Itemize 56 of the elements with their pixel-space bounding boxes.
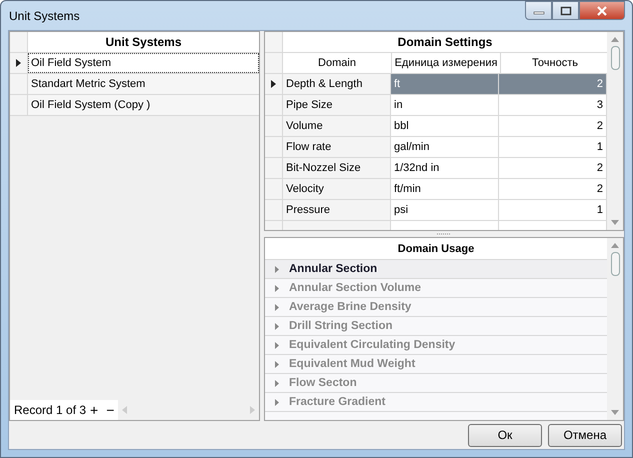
horizontal-scrollbar[interactable] — [118, 400, 259, 420]
expand-icon — [275, 360, 279, 368]
splitter-grip-icon[interactable] — [436, 232, 452, 236]
close-icon — [596, 6, 608, 16]
expand-icon — [275, 266, 279, 272]
scroll-down-icon — [611, 220, 619, 225]
vertical-scrollbar[interactable] — [607, 32, 623, 230]
expand-icon — [275, 304, 279, 310]
maximize-button[interactable] — [552, 1, 579, 20]
vertical-scrollbar[interactable] — [607, 238, 623, 420]
precision-cell[interactable]: 2 — [499, 74, 607, 94]
scroll-right-icon — [250, 406, 255, 414]
domain-cell: Bit-Nozzel Size — [283, 158, 391, 178]
dialog-button[interactable]: Отмена — [548, 424, 622, 446]
record-counter: Record 1 of 3 — [13, 403, 86, 417]
scroll-left-icon — [122, 406, 128, 414]
domain-cell: Pressure — [283, 200, 391, 220]
expand-icon — [275, 398, 279, 406]
column-header: Domain — [283, 53, 392, 73]
scroll-up-icon — [611, 243, 619, 248]
add-record-button[interactable]: + — [86, 403, 102, 417]
expand-icon — [275, 380, 279, 386]
domain-cell: Flow rate — [283, 137, 391, 157]
close-button[interactable] — [579, 1, 625, 20]
dialog-button[interactable]: Ок — [468, 424, 542, 446]
row-indicator-icon — [271, 80, 276, 88]
unit-system-row[interactable]: Oil Field System — [28, 53, 259, 73]
unit-cell[interactable]: in — [391, 95, 499, 115]
unit-cell[interactable]: psi — [391, 200, 499, 220]
expand-icon — [275, 322, 279, 330]
row-indicator-icon — [16, 59, 21, 67]
column-header: Unit Systems — [104, 34, 183, 51]
maximize-icon — [560, 6, 572, 16]
unit-system-row[interactable]: Oil Field System (Copy ) — [28, 95, 259, 115]
unit-cell[interactable]: ft/min — [391, 179, 499, 199]
remove-record-button[interactable]: − — [102, 403, 118, 417]
band-header: Domain Settings — [396, 34, 494, 51]
unit-system-row[interactable]: Standart Metric System — [28, 74, 259, 94]
domain-cell: Depth & Length — [283, 74, 391, 94]
scroll-up-icon — [611, 37, 619, 42]
domain-usage-item[interactable]: Annular Section — [265, 260, 607, 279]
unit-cell[interactable]: ft — [391, 74, 499, 94]
window-title: Unit Systems — [9, 9, 80, 23]
column-header: Единица измерения — [392, 53, 501, 73]
scroll-down-icon — [611, 410, 619, 415]
domain-cell: Velocity — [283, 179, 391, 199]
expand-icon — [275, 284, 279, 292]
unit-cell[interactable]: bbl — [391, 116, 499, 136]
list-header: Domain Usage — [265, 238, 607, 260]
expand-icon — [275, 342, 279, 348]
scrollbar-thumb[interactable] — [610, 252, 620, 276]
domain-cell: Pipe Size — [283, 95, 391, 115]
domain-cell: Volume — [283, 116, 391, 136]
unit-cell[interactable]: 1/32nd in — [391, 158, 499, 178]
unit-cell[interactable]: gal/min — [391, 137, 499, 157]
scrollbar-thumb[interactable] — [610, 46, 620, 70]
